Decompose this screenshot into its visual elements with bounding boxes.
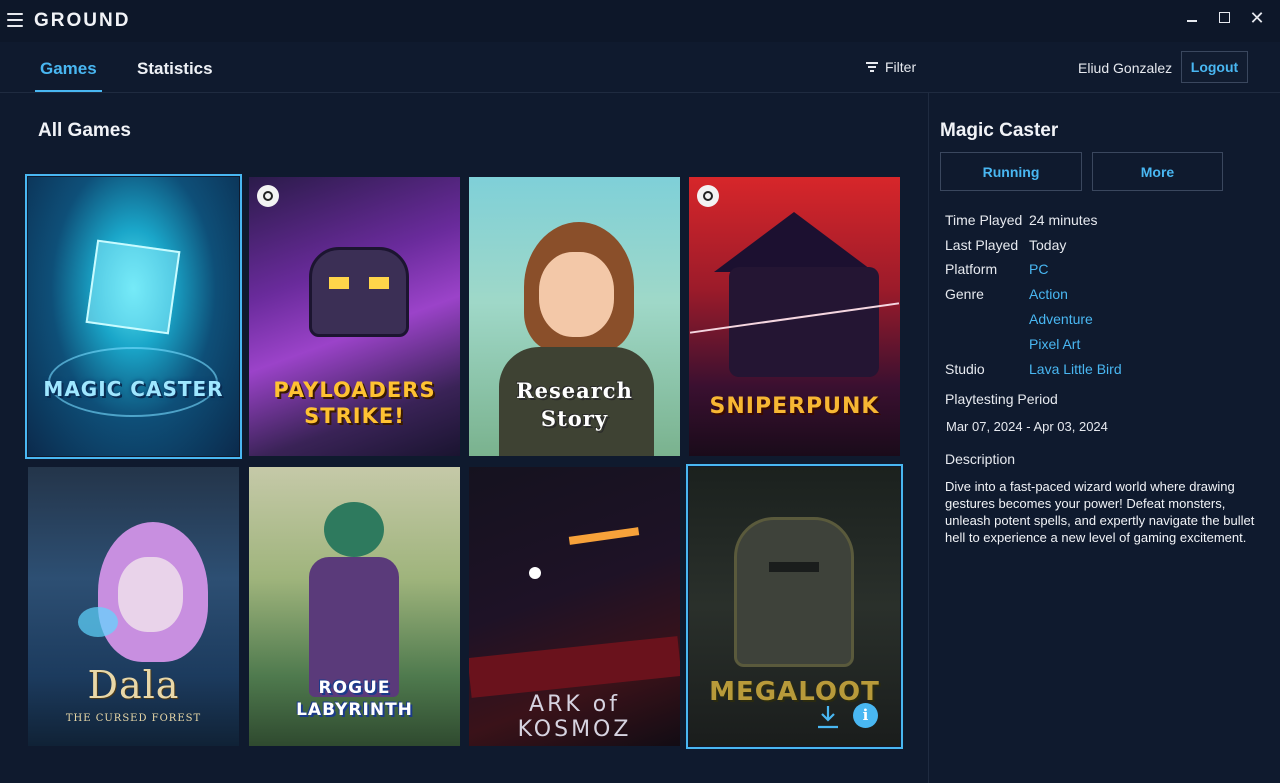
game-card-sniperpunk[interactable]: SNIPERPUNK [689, 177, 900, 456]
book-shape [85, 239, 181, 335]
maximize-icon[interactable] [1210, 6, 1238, 30]
robot-eye-shape [369, 277, 389, 289]
hat-shape [714, 212, 874, 272]
menu-icon[interactable] [7, 13, 23, 27]
genre-link-action[interactable]: Action [1029, 286, 1068, 302]
playtesting-period-value: Mar 07, 2024 - Apr 03, 2024 [946, 419, 1108, 434]
info-icon[interactable]: i [853, 703, 878, 728]
game-card-dala[interactable]: Dala THE CURSED FOREST [28, 467, 239, 746]
description-label: Description [945, 451, 1016, 467]
studio-link[interactable]: Lava Little Bird [1029, 361, 1122, 377]
robot-shape [309, 247, 409, 337]
game-detail-panel: Magic Caster Running More Time Played 24… [928, 93, 1280, 783]
nav-bar: Games Statistics Filter Eliud Gonzalez L… [0, 42, 1280, 93]
game-title: SNIPERPUNK [709, 394, 880, 419]
download-icon[interactable] [816, 704, 840, 730]
visor-shape [769, 562, 819, 572]
app-logo: GROUND [34, 10, 131, 31]
time-played-label: Time Played [945, 212, 1023, 228]
description-text: Dive into a fast-paced wizard world wher… [945, 479, 1255, 545]
spirit-bird-shape [78, 607, 118, 637]
filter-icon [866, 62, 878, 72]
filter-label: Filter [885, 59, 917, 75]
face-shape [118, 557, 183, 632]
genre-link-adventure[interactable]: Adventure [1029, 311, 1093, 327]
last-played-value: Today [1029, 237, 1067, 253]
game-card-rogue-labyrinth[interactable]: ROGUE LABYRINTH [249, 467, 460, 746]
game-title: PAYLOADERS STRIKE! [273, 378, 436, 428]
active-tab-indicator [35, 90, 102, 92]
game-subtitle: THE CURSED FOREST [65, 713, 202, 724]
face-shape [539, 252, 614, 337]
playtesting-period-label: Playtesting Period [945, 391, 1058, 407]
game-title: Dala [87, 663, 180, 707]
steam-icon [697, 185, 719, 207]
running-button[interactable]: Running [940, 152, 1082, 191]
panel-game-title: Magic Caster [940, 120, 1059, 141]
game-card-magic-caster[interactable]: MAGIC CASTER [25, 174, 242, 459]
minimize-icon[interactable] [1178, 6, 1206, 30]
time-played-value: 24 minutes [1029, 212, 1098, 228]
tab-statistics[interactable]: Statistics [137, 59, 213, 79]
game-card-payloaders-strike[interactable]: PAYLOADERS STRIKE! [249, 177, 460, 456]
genre-link-pixel-art[interactable]: Pixel Art [1029, 336, 1080, 352]
cloak-shape [309, 557, 399, 697]
game-card-research-story[interactable]: Research Story [469, 177, 680, 456]
tab-games[interactable]: Games [40, 59, 97, 79]
user-name: Eliud Gonzalez [1078, 60, 1173, 76]
platform-link[interactable]: PC [1029, 261, 1048, 277]
game-title: ARK of KOSMOZ [517, 692, 632, 742]
game-card-megaloot[interactable]: MEGALOOT i [686, 464, 903, 749]
platform-label: Platform [945, 261, 998, 277]
filter-button[interactable]: Filter [866, 59, 916, 75]
title-bar: GROUND ✕ [0, 0, 1280, 42]
studio-label: Studio [945, 361, 985, 377]
more-button[interactable]: More [1092, 152, 1223, 191]
close-icon[interactable]: ✕ [1243, 6, 1271, 30]
robot-eye-shape [329, 277, 349, 289]
knight-shape [734, 517, 854, 667]
game-title: ROGUE LABYRINTH [296, 678, 413, 720]
game-title: MAGIC CASTER [43, 377, 224, 401]
game-title: Research Story [516, 378, 633, 431]
last-played-label: Last Played [945, 237, 1019, 253]
planet-shape [529, 567, 541, 579]
game-card-ark-of-kosmoz[interactable]: ARK of KOSMOZ [469, 467, 680, 746]
steam-icon [257, 185, 279, 207]
genre-label: Genre [945, 286, 984, 302]
hair-shape [324, 502, 384, 557]
section-title: All Games [38, 120, 131, 141]
logout-button[interactable]: Logout [1181, 51, 1248, 83]
